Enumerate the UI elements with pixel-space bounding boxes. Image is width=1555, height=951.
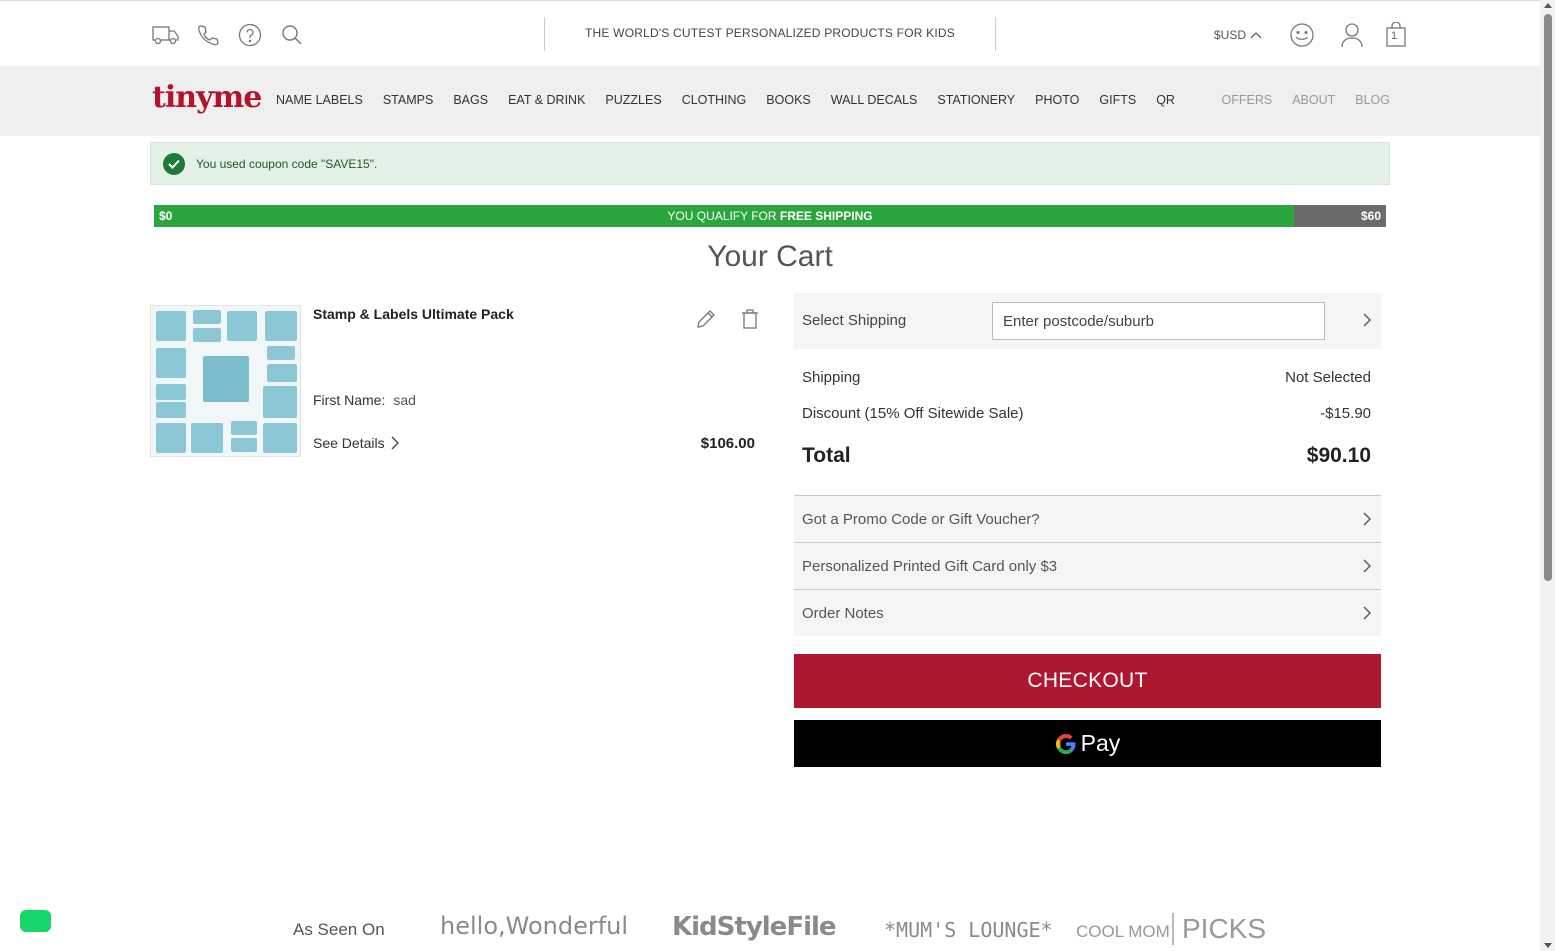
- product-name[interactable]: Stamp & Labels Ultimate Pack: [313, 306, 514, 322]
- smiley-icon[interactable]: [1288, 21, 1316, 49]
- chat-widget-button[interactable]: [20, 910, 51, 932]
- item-price: $106.00: [700, 435, 755, 452]
- promo-code-row[interactable]: Got a Promo Code or Gift Voucher?: [794, 495, 1381, 542]
- top-left-icons: [152, 21, 306, 49]
- select-shipping: Select Shipping: [794, 293, 1381, 349]
- personalization-field: First Name: sad: [313, 392, 416, 408]
- see-details-label: See Details: [313, 435, 385, 451]
- delivery-truck-icon[interactable]: [152, 21, 180, 49]
- shipping-value: Not Selected: [1285, 369, 1371, 386]
- nav-main-links: NAME LABELS STAMPS BAGS EAT & DRINK PUZZ…: [276, 93, 1175, 107]
- nav-wall-decals[interactable]: WALL DECALS: [831, 93, 918, 107]
- scroll-up-icon[interactable]: [1544, 3, 1552, 8]
- nav-name-labels[interactable]: NAME LABELS: [276, 93, 363, 107]
- tinyme-logo[interactable]: tinyme: [152, 80, 262, 115]
- press-logo-picks: PICKS: [1172, 913, 1266, 945]
- nav-books[interactable]: BOOKS: [766, 93, 810, 107]
- currency-selector[interactable]: $USD: [1214, 28, 1262, 42]
- google-pay-button[interactable]: Pay: [794, 720, 1381, 767]
- shopping-bag-icon[interactable]: 1: [1382, 21, 1410, 49]
- nav-clothing[interactable]: CLOTHING: [682, 93, 747, 107]
- product-image[interactable]: [150, 305, 301, 457]
- promo-code-label: Got a Promo Code or Gift Voucher?: [802, 511, 1040, 528]
- page-title: Your Cart: [707, 240, 833, 273]
- nav-photo[interactable]: PHOTO: [1035, 93, 1079, 107]
- chevron-up-icon: [1250, 32, 1262, 39]
- order-summary: Select Shipping Shipping Not Selected Di…: [794, 293, 1381, 636]
- free-shipping-progress: $0 YOU QUALIFY FOR FREE SHIPPING $60: [154, 205, 1386, 227]
- user-icon[interactable]: [1338, 21, 1366, 49]
- field-value: sad: [393, 392, 416, 408]
- coupon-notice: You used coupon code "SAVE15".: [150, 142, 1390, 185]
- progress-message-bold: FREE SHIPPING: [779, 209, 873, 223]
- nav-bags[interactable]: BAGS: [453, 93, 488, 107]
- order-notes-row[interactable]: Order Notes: [794, 589, 1381, 636]
- cart-item: Stamp & Labels Ultimate Pack First Name:…: [150, 305, 760, 457]
- field-label: First Name:: [313, 392, 386, 408]
- help-icon[interactable]: [236, 21, 264, 49]
- google-pay-label: Pay: [1080, 730, 1121, 756]
- nav-about[interactable]: ABOUT: [1292, 93, 1335, 107]
- checkmark-icon: [163, 152, 185, 175]
- select-shipping-label: Select Shipping: [802, 312, 907, 329]
- total-label: Total: [802, 444, 851, 467]
- tagline: THE WORLD'S CUTEST PERSONALIZED PRODUCTS…: [585, 26, 955, 40]
- chevron-right-icon: [391, 436, 399, 450]
- chevron-right-icon[interactable]: [1363, 313, 1371, 327]
- scrollbar[interactable]: [1540, 0, 1555, 951]
- chevron-right-icon: [1363, 606, 1371, 620]
- press-logo-hello-wonderful: hello,Wonderful: [440, 912, 629, 940]
- nav-blog[interactable]: BLOG: [1355, 93, 1390, 107]
- progress-max-label: $60: [1360, 209, 1381, 223]
- chevron-right-icon: [1363, 559, 1371, 573]
- trash-icon[interactable]: [736, 305, 764, 333]
- press-logo-kidstylefile: KidStyleFile: [672, 912, 837, 942]
- gift-card-row[interactable]: Personalized Printed Gift Card only $3: [794, 542, 1381, 589]
- google-g-icon: [1055, 733, 1076, 754]
- discount-row: Discount (15% Off Sitewide Sale) -$15.90: [794, 395, 1381, 431]
- as-seen-on-label: As Seen On: [293, 920, 385, 939]
- nav-stationery[interactable]: STATIONERY: [937, 93, 1015, 107]
- chevron-right-icon: [1363, 512, 1371, 526]
- cart-count: 1: [1391, 30, 1398, 42]
- gift-card-label: Personalized Printed Gift Card only $3: [802, 558, 1058, 575]
- discount-value: -$15.90: [1320, 405, 1371, 422]
- search-icon[interactable]: [278, 21, 306, 49]
- scrollbar-thumb[interactable]: [1544, 14, 1552, 581]
- total-value: $90.10: [1306, 444, 1371, 467]
- top-right-controls: $USD 1: [1214, 21, 1410, 49]
- nav-puzzles[interactable]: PUZZLES: [605, 93, 661, 107]
- total-row: Total $90.10: [794, 431, 1381, 483]
- currency-label: $USD: [1214, 28, 1247, 42]
- discount-label: Discount (15% Off Sitewide Sale): [802, 405, 1024, 422]
- press-logo-cool-mom: COOL MOM: [1076, 922, 1170, 941]
- press-logo-mums-lounge: *MUM'S LOUNGE*: [884, 918, 1053, 942]
- nav-eat-drink[interactable]: EAT & DRINK: [508, 93, 585, 107]
- nav-stamps[interactable]: STAMPS: [383, 93, 433, 107]
- scroll-down-icon[interactable]: [1544, 943, 1552, 948]
- nav-secondary-links: OFFERS ABOUT BLOG: [1221, 93, 1390, 107]
- shipping-row: Shipping Not Selected: [794, 359, 1381, 395]
- see-details-link[interactable]: See Details: [313, 435, 399, 451]
- nav-qr[interactable]: QR: [1156, 93, 1175, 107]
- postcode-input[interactable]: [992, 302, 1325, 340]
- shipping-label: Shipping: [802, 369, 861, 386]
- nav-offers[interactable]: OFFERS: [1221, 93, 1272, 107]
- nav-gifts[interactable]: GIFTS: [1099, 93, 1136, 107]
- pencil-icon[interactable]: [692, 305, 720, 333]
- top-bar: THE WORLD'S CUTEST PERSONALIZED PRODUCTS…: [0, 0, 1540, 66]
- coupon-message: You used coupon code "SAVE15".: [196, 156, 378, 171]
- divider: [995, 17, 996, 51]
- progress-message-prefix: YOU QUALIFY FOR: [667, 209, 780, 223]
- progress-message: YOU QUALIFY FOR FREE SHIPPING: [154, 209, 1386, 223]
- order-notes-label: Order Notes: [802, 605, 884, 622]
- checkout-button[interactable]: CHECKOUT: [794, 654, 1381, 708]
- main-navigation: tinyme NAME LABELS STAMPS BAGS EAT & DRI…: [0, 66, 1540, 136]
- phone-icon[interactable]: [194, 21, 222, 49]
